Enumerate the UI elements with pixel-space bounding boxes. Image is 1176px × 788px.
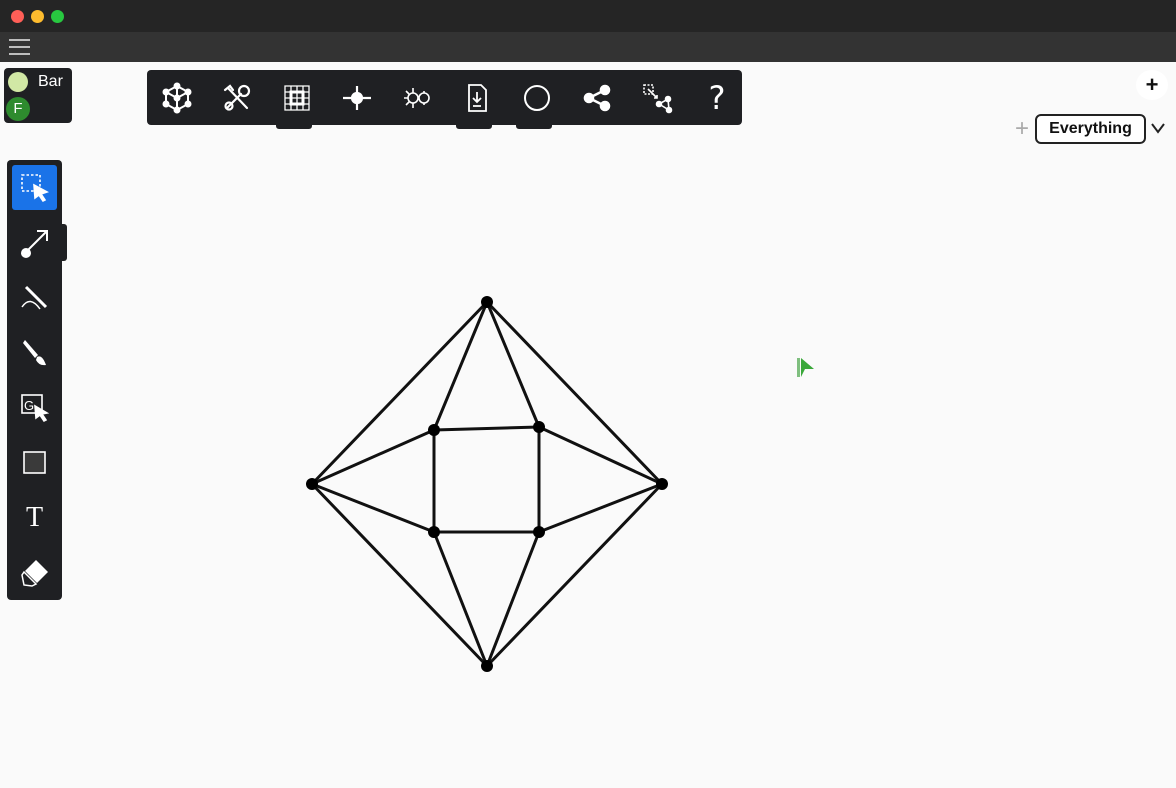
export-options-tab[interactable] (456, 124, 492, 129)
menu-bar (0, 32, 1176, 62)
user-panel: Bar F (4, 68, 72, 123)
rectangle-tool-icon[interactable] (12, 440, 57, 485)
share-icon[interactable] (567, 70, 627, 125)
left-toolbar: G T (7, 160, 62, 600)
tools-icon[interactable] (207, 70, 267, 125)
help-icon[interactable]: ? (687, 70, 747, 125)
vertex-icon[interactable] (327, 70, 387, 125)
minimize-window-button[interactable] (31, 10, 44, 23)
top-toolbar: ? (147, 70, 742, 125)
remote-cursor-icon (797, 358, 814, 377)
graph-canvas[interactable] (0, 62, 1176, 786)
text-tool-label: T (25, 501, 44, 533)
help-label: ? (708, 78, 726, 117)
add-button[interactable]: + (1136, 70, 1168, 100)
circle-options-tab[interactable] (516, 124, 552, 129)
user-avatar[interactable]: F (6, 97, 30, 121)
edge-tool-icon[interactable] (12, 220, 57, 265)
brush-tool-icon[interactable] (12, 330, 57, 375)
graph-library-icon[interactable] (147, 70, 207, 125)
text-tool-icon[interactable]: T (12, 495, 57, 540)
zoom-window-button[interactable] (51, 10, 64, 23)
layout-icon[interactable] (387, 70, 447, 125)
curve-tool-icon[interactable] (12, 275, 57, 320)
select-tool-icon[interactable] (12, 165, 57, 210)
grid-icon[interactable] (267, 70, 327, 125)
svg-text:G: G (24, 398, 34, 413)
title-bar (0, 0, 1176, 32)
circle-icon[interactable] (507, 70, 567, 125)
hamburger-menu-icon[interactable] (9, 39, 30, 56)
user-color-dot[interactable] (8, 72, 28, 92)
edge-tool-options-tab[interactable] (62, 224, 67, 261)
filter-select[interactable]: Everything (1035, 114, 1146, 144)
eraser-tool-icon[interactable] (12, 550, 57, 595)
export-file-icon[interactable] (447, 70, 507, 125)
add-filter-button[interactable]: + (1012, 117, 1032, 141)
transform-icon[interactable] (627, 70, 687, 125)
group-select-tool-icon[interactable]: G (12, 385, 57, 430)
chevron-down-icon[interactable] (1150, 120, 1166, 136)
close-window-button[interactable] (11, 10, 24, 23)
user-name: Bar (38, 73, 63, 90)
grid-options-tab[interactable] (276, 124, 312, 129)
